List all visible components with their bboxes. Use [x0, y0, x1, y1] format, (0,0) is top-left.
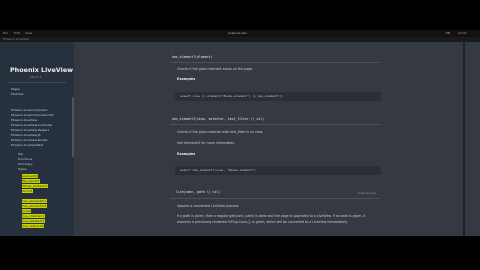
heading-underline [170, 62, 380, 63]
sidebar-fn-live-isolated[interactable]: live_isolated/3 [22, 219, 45, 223]
tray-language[interactable]: EN [446, 31, 450, 36]
menu-view[interactable]: View [25, 30, 32, 37]
section2-note: See element/3 for more information. [177, 141, 236, 145]
sidebar-tab-pages[interactable]: Pages [11, 87, 20, 91]
sidebar-subsection-top[interactable]: Top [18, 152, 23, 156]
sidebar-subsection-summary[interactable]: Summary [18, 162, 33, 166]
sidebar-version[interactable]: v0.17.7 [30, 75, 41, 79]
sidebar-fn-element[interactable]: element/3 [22, 174, 39, 178]
content-right-border [463, 42, 465, 236]
window-title: livebook.dev [228, 31, 248, 35]
section3-description: Spawns a connected LiveView process. [177, 204, 240, 208]
heading-has-element-1[interactable]: has_element?(element) [172, 55, 212, 59]
sidebar-fn-has-element-3[interactable]: has_element?/3 [22, 204, 47, 208]
sidebar-tab-modules[interactable]: Modules [11, 92, 23, 96]
section1-description: Checks if the given element exists on th… [177, 67, 254, 71]
heading-live[interactable]: live(conn, path \\ nil) [176, 190, 220, 194]
sidebar-fn-form[interactable]: form/3 [22, 189, 33, 193]
section3-detail: If a path is given, then a regular get(c… [177, 214, 366, 224]
view-source-link[interactable]: View Source [358, 191, 376, 195]
menu-file[interactable]: File [3, 30, 8, 37]
sidebar-item-liveview-controller[interactable]: Phoenix.LiveView.Controller [11, 123, 53, 127]
sidebar-fn-follow-redirect[interactable]: follow_redirect/2 [22, 184, 48, 188]
heading-has-element-3[interactable]: has_element?(view, selector, text_filter… [172, 117, 264, 121]
docs-sidebar: Phoenix LiveView v0.17.7 Pages Modules P… [0, 42, 74, 236]
sidebar-item-liveview-js[interactable]: Phoenix.LiveView.JS [11, 133, 41, 137]
sidebar-title[interactable]: Phoenix LiveView [10, 66, 73, 74]
sidebar-fn-has-element-1[interactable]: has_element?/1 [22, 199, 47, 203]
tray-clock: 12:31 [458, 31, 467, 35]
sidebar-item-liveview[interactable]: Phoenix.LiveView [11, 118, 37, 122]
sidebar-divider [8, 82, 66, 83]
section1-examples-label: Examples [177, 77, 196, 81]
heading-underline [170, 198, 380, 199]
sidebar-fn-file-input[interactable]: file_input/3 [22, 179, 40, 183]
section1-code-block: assert view |> element("#some-element") … [175, 92, 381, 101]
sidebar-item-liveview-router[interactable]: Phoenix.LiveView.Router [11, 138, 48, 142]
sidebar-subsection-functions[interactable]: Functions [18, 157, 32, 161]
sidebar-item-livecomponent-cid[interactable]: Phoenix.LiveComponent.CID [11, 113, 54, 117]
sidebar-fn-live-redirect[interactable]: live_redirect/2 [22, 224, 45, 228]
section2-code-block: assert has_element?(view, "#some-element… [175, 166, 381, 175]
sidebar-item-liveviewtest[interactable]: Phoenix.LiveViewTest [11, 143, 43, 147]
sidebar-fn-live-children[interactable]: live_children/1 [22, 214, 45, 218]
sidebar-item-livecomponent[interactable]: Phoenix.LiveComponent [11, 108, 47, 112]
section2-description: Checks if the given selector with text_f… [177, 130, 263, 134]
bottom-black-band [0, 236, 480, 270]
docs-content: has_element?(element) Checks if the give… [74, 42, 480, 236]
sidebar-item-liveview-helpers[interactable]: Phoenix.LiveView.Helpers [11, 128, 49, 132]
sidebar-subsection-types[interactable]: Types [18, 167, 26, 171]
heading-underline [170, 124, 380, 125]
sidebar-fn-live[interactable]: live/2 [22, 209, 32, 213]
section2-examples-label: Examples [177, 152, 196, 156]
menu-edit[interactable]: Edit [14, 30, 20, 37]
